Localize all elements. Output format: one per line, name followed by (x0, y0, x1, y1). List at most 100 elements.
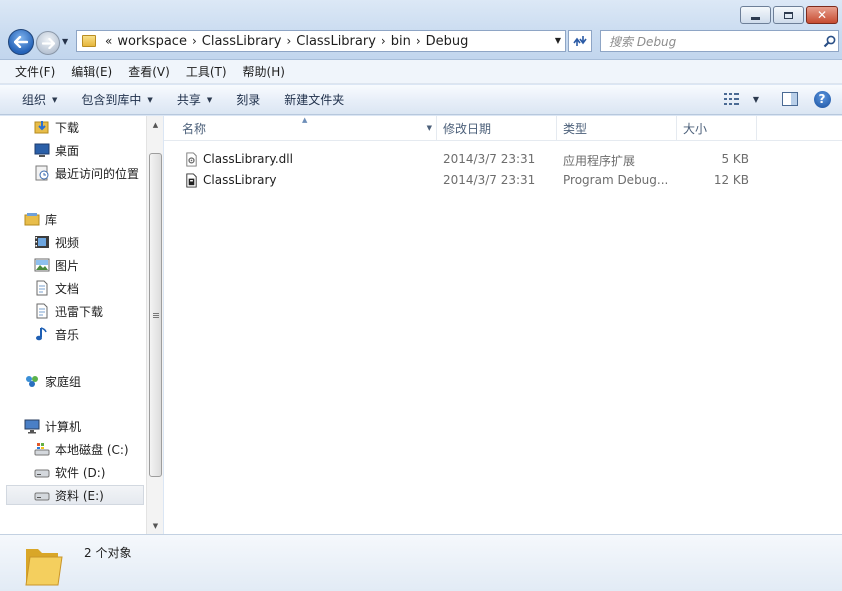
view-controls: ▼ ? (712, 90, 832, 108)
command-bar: 组织 ▼ 包含到库中 ▼ 共享 ▼ 刻录 新建文件夹 ▼ ? (0, 85, 842, 115)
search-box[interactable]: 搜索 Debug (600, 30, 839, 52)
column-filter-dropdown[interactable]: ▼ (427, 124, 432, 132)
search-icon[interactable] (820, 35, 838, 48)
recent-places-icon (35, 165, 49, 181)
breadcrumb-debug[interactable]: Debug (426, 34, 469, 49)
nav-item-drive-c[interactable]: 本地磁盘 (C:) (34, 439, 129, 459)
breadcrumb-bin[interactable]: bin (391, 34, 411, 49)
address-history-dropdown[interactable]: ▼ (555, 36, 561, 45)
refresh-icon (573, 36, 587, 46)
nav-item-recent-places[interactable]: 最近访问的位置 (34, 163, 139, 183)
arrow-right-icon (41, 37, 55, 49)
nav-item-label: 下载 (55, 120, 80, 135)
window-controls: ✕ (738, 6, 838, 24)
share-button[interactable]: 共享 ▼ (169, 87, 220, 112)
music-icon (36, 327, 47, 341)
minimize-button[interactable] (740, 6, 771, 24)
nav-item-videos[interactable]: 视频 (34, 232, 79, 252)
forward-button[interactable] (36, 31, 60, 55)
nav-item-desktop[interactable]: 桌面 (34, 140, 79, 160)
nav-item-pictures[interactable]: 图片 (34, 255, 79, 275)
view-options-dropdown[interactable]: ▼ (746, 90, 766, 108)
refresh-button[interactable] (568, 30, 592, 52)
help-button[interactable]: ? (812, 90, 832, 108)
nav-item-label: 视频 (55, 235, 80, 250)
homegroup-icon (26, 376, 38, 387)
address-bar[interactable]: « workspace › ClassLibrary › ClassLibrar… (76, 30, 566, 52)
file-type: Program Debug... (563, 173, 669, 187)
maximize-button[interactable] (773, 6, 804, 24)
breadcrumb-workspace[interactable]: workspace (117, 34, 187, 49)
arrow-left-icon (14, 36, 28, 48)
breadcrumb-separator[interactable]: › (416, 34, 421, 48)
library-icon (24, 213, 40, 226)
menu-edit[interactable]: 编辑(E) (63, 61, 120, 82)
document-icon (36, 303, 48, 319)
column-size[interactable]: 大小 (677, 116, 757, 141)
navigation-pane: 下载 桌面 最近访问的位置 库 视频 图片 文档 迅雷下载 音乐 家庭组 计算机 (0, 116, 146, 534)
organize-label: 组织 (22, 93, 47, 107)
back-button[interactable] (8, 29, 34, 55)
nav-item-downloads[interactable]: 下载 (34, 117, 79, 137)
nav-item-label: 软件 (D:) (55, 465, 106, 480)
nav-item-label: 最近访问的位置 (55, 166, 140, 181)
nav-item-label: 迅雷下载 (55, 304, 104, 319)
breadcrumb-overflow[interactable]: « (105, 34, 112, 48)
nav-item-label: 资料 (E:) (55, 488, 104, 503)
nav-item-homegroup[interactable]: 家庭组 (24, 371, 81, 391)
breadcrumb-separator[interactable]: › (381, 34, 386, 48)
file-type: 应用程序扩展 (563, 154, 636, 168)
nav-item-label: 音乐 (55, 327, 80, 342)
column-type[interactable]: 类型 (557, 116, 677, 141)
breadcrumb-separator[interactable]: › (286, 34, 291, 48)
column-name[interactable]: 名称 ▼ (164, 116, 437, 141)
nav-item-drive-e[interactable]: 资料 (E:) (6, 485, 144, 505)
folder-icon (25, 549, 63, 586)
nav-item-music[interactable]: 音乐 (34, 324, 79, 344)
nav-scrollbar[interactable]: ▲ ▼ (146, 116, 163, 534)
breadcrumb-separator[interactable]: › (192, 34, 197, 48)
burn-button[interactable]: 刻录 (228, 87, 268, 112)
nav-item-libraries[interactable]: 库 (24, 209, 57, 229)
file-date: 2014/3/7 23:31 (443, 173, 536, 187)
chevron-up-icon: ▲ (152, 120, 159, 129)
file-row-pdb[interactable]: ClassLibrary 2014/3/7 23:31 Program Debu… (164, 170, 842, 191)
file-size: 5 KB (721, 152, 749, 166)
breadcrumb-classlibrary-project[interactable]: ClassLibrary (296, 34, 376, 49)
details-view-icon (724, 93, 739, 105)
recent-pages-dropdown[interactable]: ▼ (62, 37, 72, 49)
nav-item-drive-d[interactable]: 软件 (D:) (34, 462, 105, 482)
column-date[interactable]: 修改日期 (437, 116, 557, 141)
nav-item-documents[interactable]: 文档 (34, 278, 79, 298)
picture-icon (34, 258, 50, 272)
maximize-icon (784, 11, 793, 19)
scroll-down-button[interactable]: ▼ (147, 517, 164, 534)
chevron-down-icon: ▼ (52, 95, 58, 104)
close-icon: ✕ (816, 8, 828, 22)
chevron-down-icon: ▼ (62, 37, 69, 46)
preview-pane-button[interactable] (780, 90, 800, 108)
menu-tools[interactable]: 工具(T) (178, 61, 235, 82)
change-view-button[interactable] (722, 90, 742, 108)
nav-item-label: 桌面 (55, 143, 80, 158)
scroll-thumb[interactable] (149, 153, 162, 477)
nav-item-xunlei-downloads[interactable]: 迅雷下载 (34, 301, 103, 321)
include-in-library-button[interactable]: 包含到库中 ▼ (73, 87, 160, 112)
breadcrumb-classlibrary[interactable]: ClassLibrary (202, 34, 282, 49)
chevron-down-icon: ▼ (206, 95, 213, 104)
close-button[interactable]: ✕ (806, 6, 838, 24)
new-folder-button[interactable]: 新建文件夹 (276, 87, 352, 112)
file-row-dll[interactable]: ClassLibrary.dll 2014/3/7 23:31 应用程序扩展 5… (164, 149, 842, 170)
menu-file[interactable]: 文件(F) (7, 61, 63, 82)
nav-item-computer[interactable]: 计算机 (24, 416, 81, 436)
file-name: ClassLibrary (203, 173, 277, 187)
file-date: 2014/3/7 23:31 (443, 152, 536, 166)
file-name: ClassLibrary.dll (203, 152, 293, 166)
column-header: ▲ 名称 ▼ 修改日期 类型 大小 (164, 116, 842, 141)
search-input[interactable]: 搜索 Debug (609, 33, 820, 50)
scroll-up-button[interactable]: ▲ (147, 116, 164, 133)
menu-help[interactable]: 帮助(H) (235, 61, 293, 82)
menu-view[interactable]: 查看(V) (120, 61, 178, 82)
nav-item-label: 图片 (55, 258, 80, 273)
organize-button[interactable]: 组织 ▼ (14, 87, 65, 112)
